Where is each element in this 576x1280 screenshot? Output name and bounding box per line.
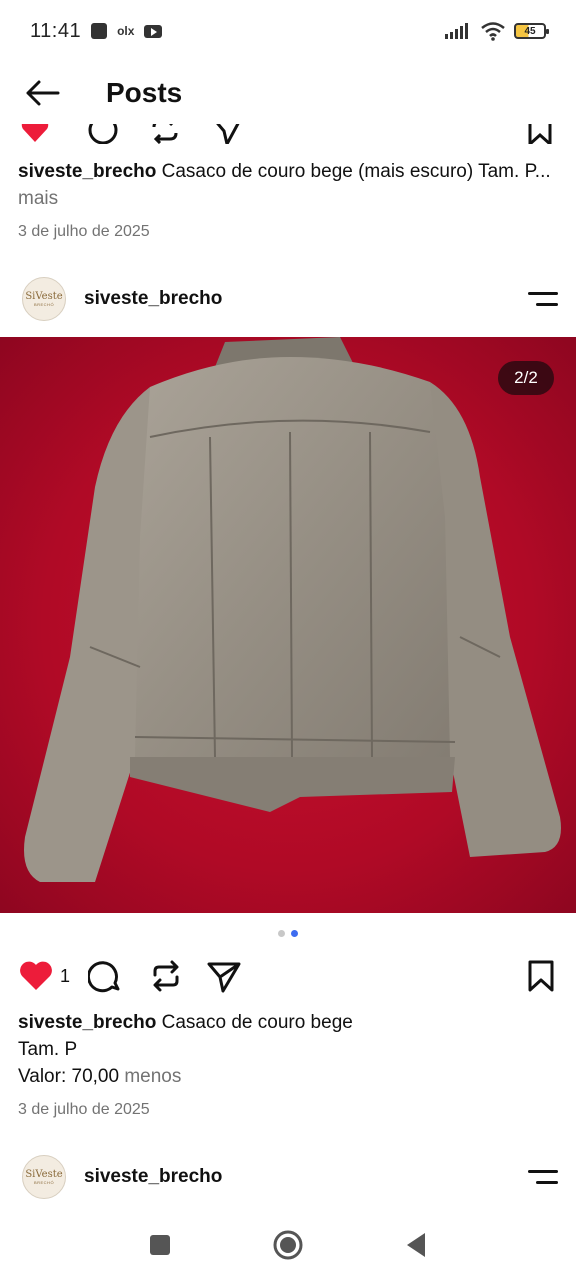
caption-line: Tam. P	[18, 1039, 78, 1060]
app-header: Posts	[0, 62, 576, 124]
caption-line: Valor: 70,00	[18, 1066, 120, 1087]
notification-icon	[91, 23, 108, 39]
post-actions: 1	[0, 950, 576, 1002]
bookmark-icon[interactable]	[526, 124, 554, 144]
repost-icon	[153, 960, 179, 992]
menu-icon[interactable]	[516, 1157, 576, 1197]
back-nav-button[interactable]	[396, 1225, 436, 1265]
battery-level: 45	[524, 25, 536, 37]
page-title: Posts	[106, 77, 183, 108]
status-bar: 11:41 olx 45	[0, 0, 576, 62]
post-author[interactable]: siveste_brecho	[84, 288, 516, 310]
image-counter-badge: 2/2	[498, 361, 554, 395]
bookmark-icon	[528, 960, 554, 992]
carousel-indicator	[0, 930, 576, 937]
avatar-logo-text: SiVeste	[25, 1168, 63, 1180]
status-time: 11:41	[30, 19, 82, 42]
post-image[interactable]: 2/2	[0, 337, 576, 913]
menu-icon[interactable]	[516, 279, 576, 319]
system-nav-bar	[0, 1210, 576, 1280]
like-count[interactable]: 1	[60, 966, 70, 987]
send-icon	[207, 962, 241, 993]
caption-text: Casaco de couro bege (mais escuro) Tam. …	[156, 161, 551, 182]
circle-icon	[273, 1230, 303, 1260]
carousel-dot	[278, 930, 285, 937]
recent-apps-button[interactable]	[140, 1225, 180, 1265]
comment-button[interactable]	[88, 958, 124, 994]
post-caption: siveste_brecho Casaco de couro bege Tam.…	[18, 1009, 558, 1090]
more-link[interactable]: mais	[18, 188, 58, 209]
avatar[interactable]: SiVeste BRECHÓ	[22, 277, 66, 321]
back-button[interactable]	[0, 62, 84, 124]
post-header: SiVeste BRECHÓ siveste_brecho	[0, 1148, 576, 1206]
battery-icon: 45	[514, 23, 549, 39]
caption-text: Casaco de couro bege	[156, 1012, 353, 1033]
triangle-back-icon	[407, 1233, 425, 1257]
post-date: 3 de julho de 2025	[18, 1101, 150, 1118]
signal-icon	[445, 23, 468, 39]
like-button[interactable]: 1	[18, 960, 70, 992]
avatar-logo-subtext: BRECHÓ	[33, 1179, 55, 1185]
carousel-dot-active	[291, 930, 298, 937]
avatar-logo-subtext: BRECHÓ	[33, 301, 55, 307]
post-author[interactable]: siveste_brecho	[84, 1166, 516, 1188]
comment-icon	[88, 961, 120, 993]
repost-button[interactable]	[148, 958, 184, 994]
arrow-left-icon	[26, 80, 60, 106]
repost-icon[interactable]	[148, 124, 182, 144]
share-button[interactable]	[206, 958, 242, 994]
previous-post-actions	[0, 124, 576, 144]
send-icon[interactable]	[210, 124, 244, 144]
status-right: 45	[444, 21, 549, 41]
avatar-logo-text: SiVeste	[25, 290, 63, 302]
heart-icon	[20, 961, 52, 990]
comment-icon[interactable]	[86, 124, 120, 144]
less-link[interactable]: menos	[119, 1066, 181, 1087]
post-caption: siveste_brecho Casaco de couro bege (mai…	[18, 158, 558, 212]
status-left: 11:41 olx	[30, 19, 163, 43]
home-button[interactable]	[268, 1225, 308, 1265]
caption-username[interactable]: siveste_brecho	[18, 1012, 156, 1033]
save-button[interactable]	[526, 959, 556, 993]
avatar[interactable]: SiVeste BRECHÓ	[22, 1155, 66, 1199]
youtube-icon	[144, 24, 163, 38]
olx-icon: olx	[117, 24, 135, 38]
wifi-icon	[481, 22, 505, 41]
post-header: SiVeste BRECHÓ siveste_brecho	[0, 270, 576, 328]
caption-username[interactable]: siveste_brecho	[18, 161, 156, 182]
jacket-photo	[24, 337, 561, 882]
heart-icon[interactable]	[20, 124, 50, 144]
post-date: 3 de julho de 2025	[18, 223, 150, 240]
square-icon	[150, 1235, 170, 1255]
